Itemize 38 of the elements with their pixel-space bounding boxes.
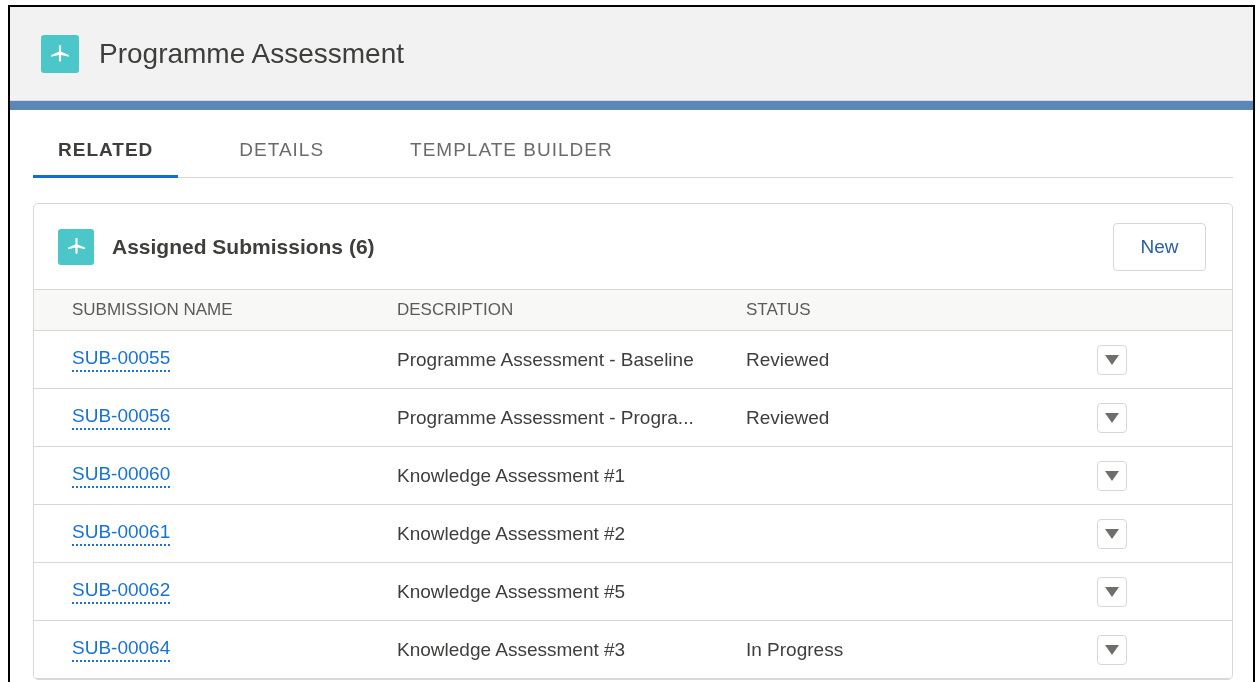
column-header: STATUS [746,289,1097,331]
row-menu-button[interactable] [1097,402,1127,433]
airplane-icon [65,236,87,257]
submission-link[interactable]: SUB-00055 [72,347,171,372]
submission-link[interactable]: SUB-00062 [72,579,171,604]
caret-down-icon [1105,586,1119,597]
caret-down-icon [1105,354,1119,365]
row-menu-button[interactable] [1097,634,1127,665]
submission-link[interactable]: SUB-00056 [72,405,171,430]
status-text: In Progress [746,638,844,661]
tab[interactable]: DETAILS [214,129,350,178]
new-button[interactable]: New [1113,222,1206,271]
row-menu-button[interactable] [1097,344,1127,375]
description-text: Programme Assessment - Progra... [397,406,694,429]
caret-down-icon [1105,412,1119,423]
column-header: SUBMISSION NAME [34,289,397,331]
tab[interactable]: TEMPLATE BUILDER [385,129,638,178]
description-text: Knowledge Assessment #2 [397,522,626,545]
status-text: Reviewed [746,406,830,429]
status-text: Reviewed [746,348,830,371]
airplane-icon [49,42,71,65]
description-text: Knowledge Assessment #1 [397,464,626,487]
row-menu-button[interactable] [1097,518,1127,549]
row-menu-button[interactable] [1097,576,1127,607]
submission-link[interactable]: SUB-00061 [72,521,171,546]
column-header: DESCRIPTION [397,289,746,331]
submission-link[interactable]: SUB-00064 [72,637,171,662]
description-text: Programme Assessment - Baseline [397,348,694,371]
tab[interactable]: RELATED [33,129,179,178]
description-text: Knowledge Assessment #3 [397,638,626,661]
caret-down-icon [1105,528,1119,539]
caret-down-icon [1105,470,1119,481]
submission-link[interactable]: SUB-00060 [72,463,171,488]
card-title: Assigned Submissions (6) [112,234,376,259]
caret-down-icon [1105,644,1119,655]
description-text: Knowledge Assessment #5 [397,580,626,603]
row-menu-button[interactable] [1097,460,1127,491]
page-title: Programme Assessment [99,37,404,70]
